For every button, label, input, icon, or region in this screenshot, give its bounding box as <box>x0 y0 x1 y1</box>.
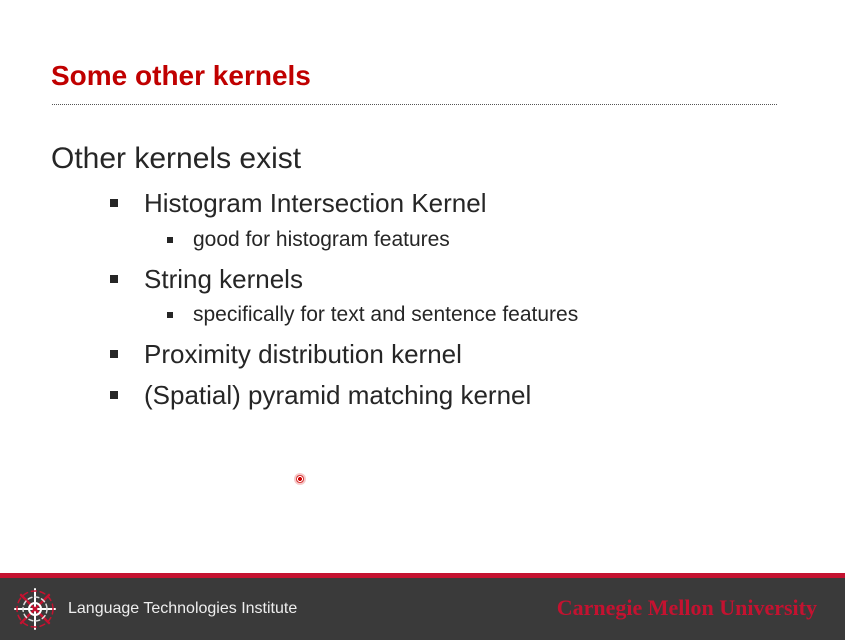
bullet-label: Histogram Intersection Kernel <box>144 187 487 218</box>
slide-title: Some other kernels <box>51 60 311 91</box>
footer-accent-stripe <box>0 573 845 578</box>
lti-spiral-logo-icon <box>14 588 56 630</box>
bullet-pyramid-kernel: (Spatial) pyramid matching kernel <box>110 378 531 412</box>
bullet-square-icon <box>110 199 118 207</box>
bullet-square-icon <box>110 391 118 399</box>
main-heading: Other kernels exist <box>51 142 302 175</box>
bullet-square-icon <box>110 350 118 358</box>
sub-bullet-text-features: specifically for text and sentence featu… <box>167 301 578 329</box>
bullet-square-icon <box>110 275 118 283</box>
title-divider <box>52 104 777 105</box>
sub-bullet-label: specifically for text and sentence featu… <box>193 303 579 326</box>
sub-bullet-label: good for histogram features <box>193 228 450 251</box>
institute-name: Language Technologies Institute <box>68 600 298 617</box>
bullet-histogram-kernel: Histogram Intersection Kernel <box>110 186 486 220</box>
laser-pointer-cursor-icon <box>294 473 306 485</box>
bullet-proximity-kernel: Proximity distribution kernel <box>110 337 462 371</box>
sub-bullet-square-icon <box>167 237 173 243</box>
sub-bullet-square-icon <box>167 312 173 318</box>
sub-bullet-histogram-features: good for histogram features <box>167 226 450 254</box>
bullet-label: String kernels <box>144 263 303 294</box>
university-wordmark: Carnegie Mellon University <box>556 595 817 620</box>
slide: Some other kernels Other kernels exist H… <box>0 0 845 640</box>
bullet-label: (Spatial) pyramid matching kernel <box>144 379 532 410</box>
bullet-label: Proximity distribution kernel <box>144 338 462 369</box>
bullet-string-kernels: String kernels <box>110 262 303 296</box>
